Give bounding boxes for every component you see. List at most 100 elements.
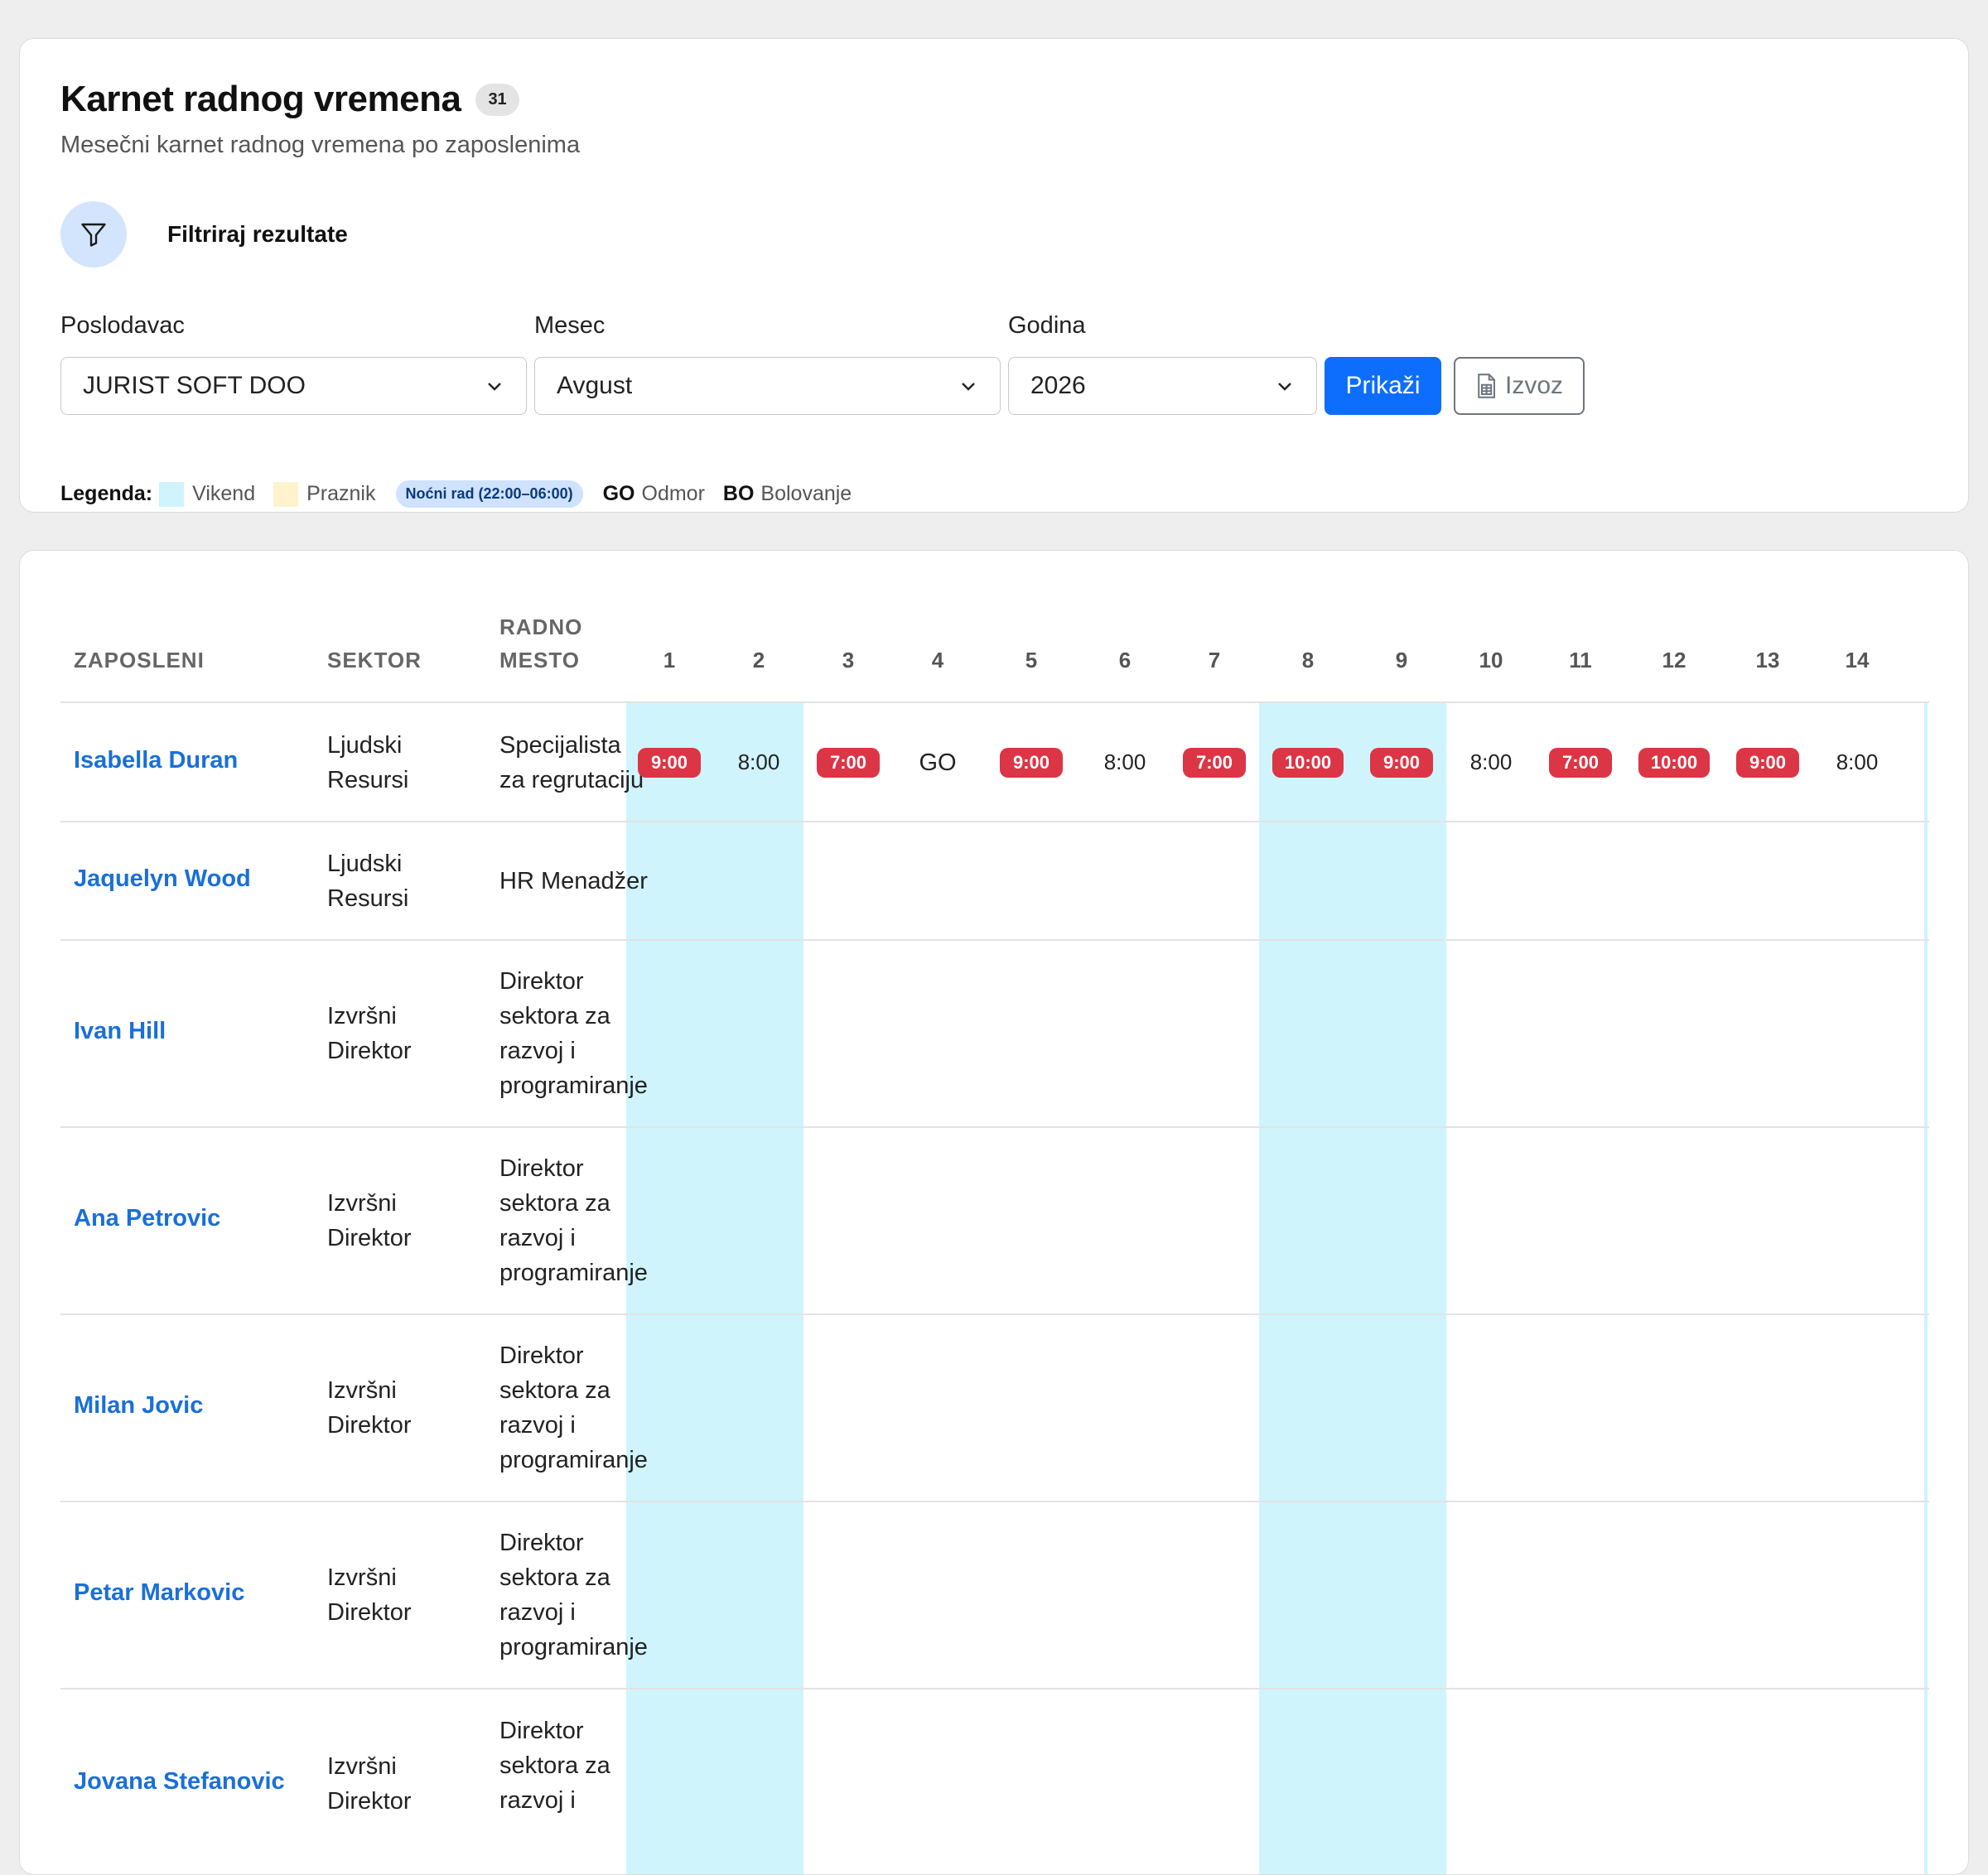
night-hours-badge[interactable]: 7:00 bbox=[817, 747, 880, 778]
position-line: sektora za bbox=[499, 1003, 610, 1029]
header-day-6: 6 bbox=[1118, 648, 1132, 672]
employee-sector: Ljudski Resursi bbox=[327, 728, 408, 798]
night-hours-badge[interactable]: 9:00 bbox=[1000, 747, 1063, 778]
employee-position: Specijalista za regrutaciju bbox=[499, 728, 644, 798]
employee-sector: Ljudski Resursi bbox=[327, 846, 408, 916]
work-hours[interactable]: 8:00 bbox=[1088, 750, 1162, 775]
night-hours-badge[interactable]: 10:00 bbox=[1272, 747, 1344, 778]
position-line: razvoj i bbox=[499, 1225, 576, 1251]
sector-line: Direktor bbox=[327, 1599, 412, 1626]
header-divider bbox=[60, 701, 1929, 703]
legend-holiday-label: Praznik bbox=[306, 482, 376, 505]
filter-header: Filtriraj rezultate bbox=[60, 201, 348, 268]
employee-name-link[interactable]: Ivan Hill bbox=[74, 1018, 166, 1045]
header-day-12: 12 bbox=[1662, 648, 1686, 672]
row-divider bbox=[60, 1313, 1929, 1315]
sector-line: Izvršni bbox=[327, 1003, 397, 1029]
night-hours-badge[interactable]: 9:00 bbox=[1736, 747, 1799, 778]
header-day-11: 11 bbox=[1569, 648, 1592, 672]
vacation-code[interactable]: GO bbox=[900, 750, 975, 777]
year-label: Godina bbox=[1008, 312, 1086, 339]
chevron-down-icon bbox=[962, 383, 975, 391]
employee-sector: Izvršni Direktor bbox=[327, 1560, 412, 1630]
month-select[interactable]: Avgust bbox=[534, 357, 1001, 415]
night-hours-badge[interactable]: 7:00 bbox=[1183, 747, 1246, 778]
holiday-swatch bbox=[273, 481, 299, 507]
sector-line: Ljudski bbox=[327, 850, 403, 877]
weekend-column bbox=[1259, 703, 1353, 1874]
year-select[interactable]: 2026 bbox=[1008, 357, 1317, 415]
position-line: programiranje bbox=[499, 1072, 648, 1099]
night-hours-badge[interactable]: 10:00 bbox=[1638, 747, 1710, 778]
header-day-10: 10 bbox=[1479, 648, 1503, 672]
legend-weekend: Vikend bbox=[159, 481, 255, 507]
employer-select[interactable]: JURIST SOFT DOO bbox=[60, 357, 527, 415]
position-line: Direktor bbox=[499, 1155, 584, 1182]
weekend-swatch bbox=[159, 481, 185, 507]
show-button[interactable]: Prikaži bbox=[1325, 357, 1441, 415]
employee-name-link[interactable]: Petar Markovic bbox=[74, 1579, 244, 1607]
employee-sector: Izvršni Direktor bbox=[327, 1749, 412, 1819]
year-value: 2026 bbox=[1030, 372, 1086, 399]
sector-line: Direktor bbox=[327, 1225, 412, 1251]
row-divider bbox=[60, 821, 1929, 822]
work-hours[interactable]: 8:00 bbox=[1820, 750, 1894, 775]
night-hours-badge[interactable]: 9:00 bbox=[1370, 747, 1433, 778]
sector-line: Direktor bbox=[327, 1038, 412, 1064]
position-line: razvoj i bbox=[499, 1038, 576, 1064]
position-line: razvoj i bbox=[499, 1599, 576, 1626]
header-day-1: 1 bbox=[663, 648, 676, 672]
count-badge: 31 bbox=[475, 83, 519, 116]
filters-card: Karnet radnog vremena 31 Mesečni karnet … bbox=[19, 38, 1969, 513]
employee-name-link[interactable]: Isabella Duran bbox=[74, 747, 238, 774]
legend-go-label: Odmor bbox=[641, 482, 705, 505]
header-day-4: 4 bbox=[931, 648, 944, 672]
timesheet-card: ZAPOSLENI SEKTOR RADNO MESTO 1 2 3 4 5 6 7 8 9 10… bbox=[19, 550, 1969, 1875]
position-line: Specijalista bbox=[499, 731, 621, 759]
position-line: sektora za bbox=[499, 1752, 610, 1779]
legend-holiday: Praznik bbox=[273, 481, 376, 507]
employee-sector: Izvršni Direktor bbox=[327, 1186, 412, 1256]
night-hours-badge[interactable]: 9:00 bbox=[638, 747, 701, 778]
legend-bo-label: Bolovanje bbox=[760, 482, 852, 505]
night-hours-badge[interactable]: 7:00 bbox=[1549, 747, 1612, 778]
employee-name-link[interactable]: Jovana Stefanovic bbox=[74, 1768, 285, 1795]
position-line: sektora za bbox=[499, 1377, 610, 1404]
row-divider bbox=[60, 1126, 1929, 1128]
position-line: Direktor bbox=[499, 968, 584, 995]
employee-position: Direktor sektora za razvoj i programiranje bbox=[499, 964, 648, 1103]
sector-line: Direktor bbox=[327, 1788, 412, 1815]
header-position-line1: RADNO bbox=[499, 615, 583, 639]
legend: Legenda: Vikend Praznik Noćni rad (22:00… bbox=[60, 480, 870, 508]
page-subtitle: Mesečni karnet radnog vremena po zaposle… bbox=[60, 132, 581, 158]
header-day-13: 13 bbox=[1755, 648, 1780, 672]
sector-line: Ljudski bbox=[327, 731, 403, 759]
position-line: za regrutaciju bbox=[499, 766, 644, 793]
work-hours[interactable]: 8:00 bbox=[1454, 750, 1528, 775]
header-day-2: 2 bbox=[752, 648, 765, 672]
employee-name-link[interactable]: Milan Jovic bbox=[74, 1392, 203, 1420]
table-right-edge bbox=[1924, 703, 1928, 1874]
employee-position: Direktor sektora za razvoj i programiranje bbox=[499, 1526, 648, 1665]
employee-name-link[interactable]: Jaquelyn Wood bbox=[74, 865, 251, 893]
position-line: sektora za bbox=[499, 1564, 610, 1591]
title-row: Karnet radnog vremena 31 bbox=[60, 79, 519, 120]
legend-go-code: GO bbox=[602, 482, 635, 505]
work-hours[interactable]: 8:00 bbox=[721, 750, 796, 775]
employee-position: Direktor sektora za razvoj i programiranje bbox=[499, 1151, 648, 1290]
header-day-14: 14 bbox=[1845, 648, 1870, 672]
row-divider bbox=[60, 939, 1929, 941]
export-label: Izvoz bbox=[1504, 372, 1564, 399]
employee-sector: Izvršni Direktor bbox=[327, 999, 412, 1068]
position-line: razvoj i bbox=[499, 1412, 576, 1439]
sector-line: Izvršni bbox=[327, 1190, 397, 1217]
employer-label: Poslodavac bbox=[60, 312, 185, 339]
page-title: Karnet radnog vremena bbox=[60, 79, 461, 119]
employee-position: Direktor sektora za razvoj i programiranje bbox=[499, 1338, 648, 1477]
export-button[interactable]: Izvoz bbox=[1454, 357, 1585, 415]
legend-go: GO Odmor bbox=[603, 482, 705, 506]
position-line: programiranje bbox=[499, 1447, 648, 1473]
sector-line: Resursi bbox=[327, 766, 409, 793]
employer-value: JURIST SOFT DOO bbox=[83, 372, 306, 399]
employee-name-link[interactable]: Ana Petrovic bbox=[74, 1205, 220, 1232]
